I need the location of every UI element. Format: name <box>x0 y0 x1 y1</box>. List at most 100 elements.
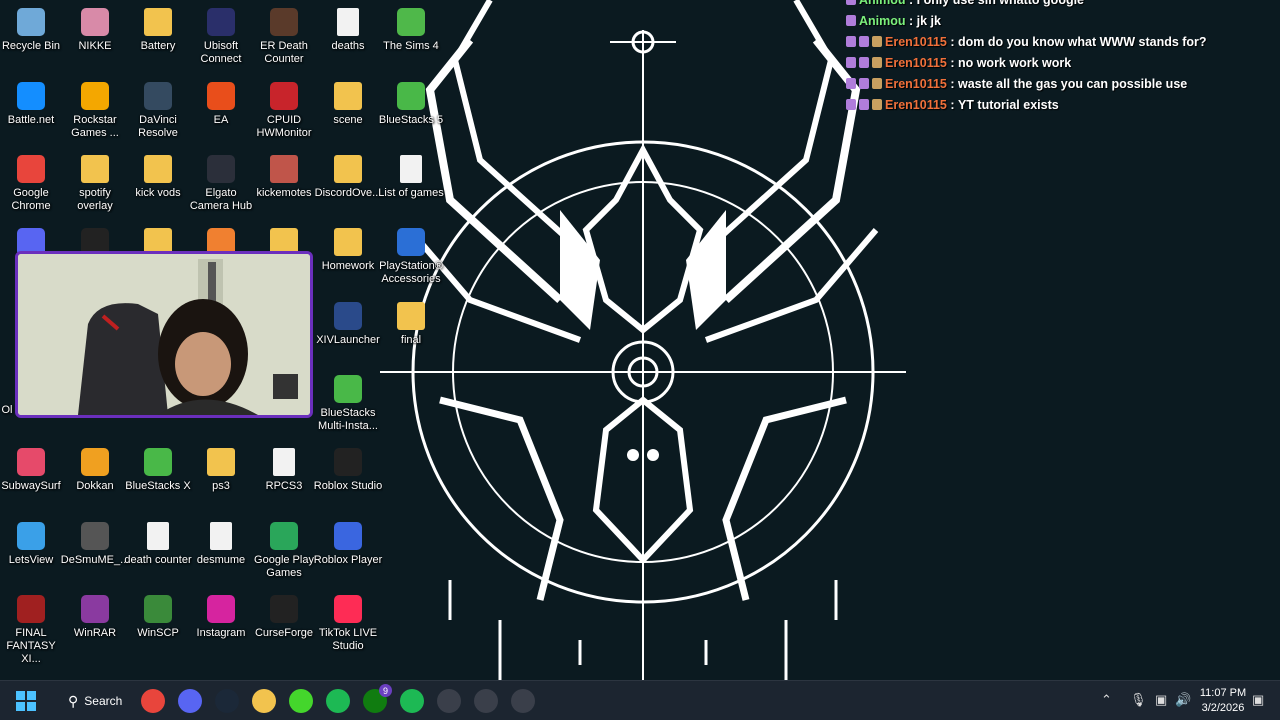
desktop-icon[interactable]: SubwaySurf <box>0 443 63 493</box>
desktop-icon[interactable]: List of games <box>378 150 444 200</box>
notification-badge: 9 <box>379 684 392 697</box>
desktop-icon[interactable]: kickemotes <box>252 150 316 200</box>
desktop-icon-label: DaVinci Resolve <box>138 114 178 139</box>
desktop-icon-label: WinRAR <box>73 627 117 639</box>
discord-icon[interactable] <box>178 689 202 713</box>
elgato-icon[interactable] <box>437 689 461 713</box>
desktop-icon[interactable]: FINAL FANTASY XI... <box>0 590 63 666</box>
desktop-icon-label: spotify overlay <box>77 187 113 212</box>
desktop-icon-label: List of games <box>378 187 444 199</box>
chrome-icon[interactable] <box>141 689 165 713</box>
taskbar-clock[interactable]: 11:07 PM 3/2/2026 <box>1198 686 1248 716</box>
desktop-icon[interactable]: CPUID HWMonitor <box>252 77 316 140</box>
search-label: Search <box>84 694 123 708</box>
desktop-icon-label: BlueStacks X <box>125 480 191 492</box>
desktop-icon[interactable]: CurseForge <box>252 590 316 640</box>
desktop-icon[interactable]: Ubisoft Connect <box>189 3 253 66</box>
elgato-icon <box>207 155 235 183</box>
desktop-icon-label: Rockstar Games ... <box>71 114 119 139</box>
desktop-icon[interactable]: Roblox Studio <box>314 443 382 493</box>
desktop-icon[interactable]: WinSCP <box>126 590 190 640</box>
desktop-icon[interactable]: DaVinci Resolve <box>126 77 190 140</box>
desktop-icon[interactable]: final <box>379 297 443 347</box>
desktop-icon[interactable]: Battle.net <box>0 77 63 127</box>
desktop-icon[interactable]: Dokkan <box>63 443 127 493</box>
text-file-icon <box>147 522 169 550</box>
desktop-icon[interactable]: The Sims 4 <box>379 3 443 53</box>
taskbar-search-button[interactable]: ⚲ Search <box>60 688 124 714</box>
gift-badge-icon <box>872 36 882 47</box>
desktop-icon[interactable]: Rockstar Games ... <box>63 77 127 140</box>
clock-time: 11:07 PM <box>1199 687 1247 699</box>
desktop-icon[interactable]: Instagram <box>189 590 253 640</box>
desktop-icon[interactable]: Roblox Player <box>314 517 382 567</box>
razer-icon[interactable] <box>289 689 313 713</box>
notifications-icon[interactable]: ▣ <box>1252 692 1264 708</box>
desktop-icon[interactable]: ER Death Counter <box>252 3 316 66</box>
desktop-icon[interactable]: LetsView <box>0 517 63 567</box>
steam-icon[interactable] <box>215 689 239 713</box>
desktop-icon[interactable]: scene <box>316 77 380 127</box>
chat-separator: : <box>946 34 958 49</box>
folder-icon <box>270 155 298 183</box>
desktop-icon[interactable]: Homework <box>316 223 380 273</box>
file-explorer-icon[interactable] <box>252 689 276 713</box>
desktop-icon-label: RPCS3 <box>265 480 303 492</box>
microphone-icon[interactable]: 🎙 <box>1130 692 1147 708</box>
desktop-icon[interactable]: RPCS3 <box>252 443 316 493</box>
volume-icon[interactable]: 🔊 <box>1175 692 1191 708</box>
chevron-up-icon[interactable]: ⌃ <box>1101 692 1112 708</box>
bluestacks-icon <box>144 448 172 476</box>
desktop-icon[interactable]: Elgato Camera Hub <box>189 150 253 213</box>
desktop-icon-label: final <box>400 334 422 346</box>
desktop-icon-label: FINAL FANTASY XI... <box>6 627 56 665</box>
text-file-icon <box>337 8 359 36</box>
desktop-icon[interactable]: DeSmuME_... <box>61 517 129 567</box>
desktop-icon[interactable]: ps3 <box>189 443 253 493</box>
desktop-icon[interactable]: Battery <box>126 3 190 53</box>
desktop-icon[interactable]: desmume <box>189 517 253 567</box>
desktop-icon[interactable]: BlueStacks X <box>125 443 191 493</box>
chat-username: Animou <box>859 13 906 28</box>
obs-icon[interactable] <box>511 689 535 713</box>
desktop-icon[interactable]: kick vods <box>126 150 190 200</box>
dokkan-icon <box>81 448 109 476</box>
network-icon[interactable]: ▣ <box>1155 692 1167 708</box>
desktop-icon[interactable]: NIKKE <box>63 3 127 53</box>
ea-icon <box>207 82 235 110</box>
calculator-icon[interactable] <box>474 689 498 713</box>
desktop-icon[interactable]: DiscordOve... <box>315 150 381 200</box>
chat-text: waste all the gas you can possible use <box>957 76 1188 91</box>
desktop-icon[interactable]: BlueStacks Multi-Insta... <box>316 370 380 433</box>
chat-message: Eren10115 : waste all the gas you can po… <box>846 73 1276 94</box>
desktop-icon[interactable]: Google Play Games <box>252 517 316 580</box>
desktop-icon[interactable]: deaths <box>316 3 380 53</box>
desktop-icon[interactable]: WinRAR <box>63 590 127 640</box>
desktop-icon[interactable]: BlueStacks 5 <box>379 77 443 127</box>
desktop-icon[interactable]: Recycle Bin <box>0 3 63 53</box>
desktop-icon[interactable]: spotify overlay <box>63 150 127 213</box>
vip-badge-icon <box>859 99 869 110</box>
desktop-icon-label: Dokkan <box>76 480 114 492</box>
desktop-icon[interactable]: death counter <box>124 517 192 567</box>
desktop-icon-label: death counter <box>124 554 192 566</box>
spotify-icon[interactable] <box>400 689 424 713</box>
desktop-icon[interactable]: EA <box>189 77 253 127</box>
text-file-icon <box>400 155 422 183</box>
chat-username: Eren10115 <box>885 97 947 112</box>
desktop-icon[interactable]: PlayStation® Accessories <box>379 223 443 286</box>
desktop-icon[interactable]: XIVLauncher <box>316 297 380 347</box>
desktop-icon-label: desmume <box>196 554 246 566</box>
windows-start-icon[interactable] <box>14 689 38 713</box>
desktop-icon[interactable]: TikTok LIVE Studio <box>316 590 380 653</box>
chat-text: dom do you know what WWW stands for? <box>957 34 1207 49</box>
spotify-alt-icon[interactable] <box>326 689 350 713</box>
sub-badge-icon <box>846 36 856 47</box>
nikke-icon <box>81 8 109 36</box>
folder-icon <box>144 8 172 36</box>
desktop-icon-label: Recycle Bin <box>1 40 61 52</box>
desktop-icon-label: BlueStacks Multi-Insta... <box>318 407 378 432</box>
xbox-icon[interactable]: 9 <box>363 684 392 713</box>
vip-badge-icon <box>859 36 869 47</box>
desktop-icon[interactable]: Google Chrome <box>0 150 63 213</box>
